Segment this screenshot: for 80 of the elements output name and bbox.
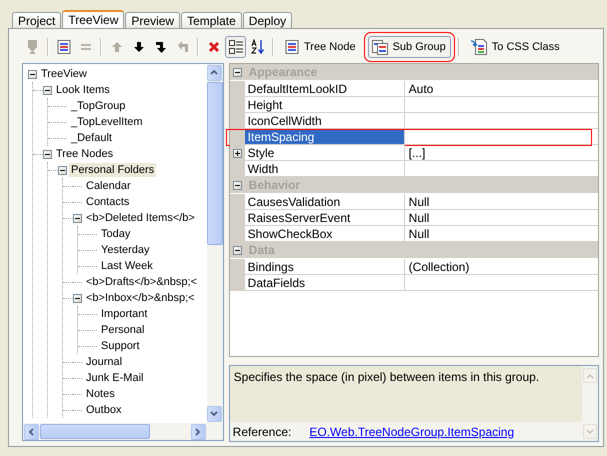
tree-item[interactable]: <b>Inbox</b>&nbsp;<: [84, 291, 197, 305]
tree-item[interactable]: Support: [99, 339, 142, 353]
property-name[interactable]: IconCellWidth: [244, 113, 405, 129]
tree-item[interactable]: Last Week: [99, 259, 155, 273]
scroll-right-button[interactable]: [190, 424, 206, 440]
property-value[interactable]: [...]: [404, 145, 598, 161]
tab[interactable]: Template: [181, 12, 242, 28]
tree-item[interactable]: <b>Drafts</b>&nbsp;<: [84, 275, 199, 289]
tree-item[interactable]: Notes: [84, 387, 117, 401]
scrollbar-corner: [206, 423, 223, 440]
scroll-down-button[interactable]: [206, 406, 222, 422]
tree-item[interactable]: Important: [99, 307, 150, 321]
property-name[interactable]: Bindings: [244, 259, 405, 275]
tree-item[interactable]: Personal Folders: [69, 163, 156, 177]
collapse-icon[interactable]: [58, 166, 67, 174]
sort-alphabetical-icon: [250, 39, 266, 55]
reference-label: Reference:: [232, 424, 292, 438]
scroll-up-button[interactable]: [206, 65, 222, 81]
tree-item[interactable]: Contacts: [84, 195, 132, 209]
property-value[interactable]: Null: [404, 210, 598, 226]
row-gutter: [230, 275, 245, 291]
property-name[interactable]: DataFields: [244, 275, 405, 291]
tree-item[interactable]: Junk E-Mail: [84, 371, 146, 385]
property-name[interactable]: Style: [244, 145, 405, 161]
property-value[interactable]: (Collection): [404, 259, 598, 275]
tab[interactable]: Deploy: [242, 12, 292, 28]
scroll-thumb[interactable]: [40, 424, 150, 439]
collapse-icon[interactable]: [73, 214, 82, 222]
tree-item[interactable]: _Default: [69, 131, 114, 145]
categorized-icon: [228, 39, 244, 55]
property-name[interactable]: Height: [244, 97, 405, 113]
nested-list-icon: [370, 39, 389, 55]
row-gutter: [230, 113, 245, 129]
property-value[interactable]: Null: [404, 194, 598, 210]
horizontal-scrollbar[interactable]: [23, 423, 207, 440]
chevron-up-icon: [586, 372, 594, 378]
property-name[interactable]: Width: [244, 161, 405, 177]
toolbar-button[interactable]: Tree Node: [281, 36, 361, 58]
collapse-icon[interactable]: [43, 86, 52, 94]
toolbar-button[interactable]: [225, 36, 246, 58]
tab[interactable]: Preview: [125, 12, 180, 28]
chevron-down-icon: [586, 428, 594, 434]
property-name[interactable]: CausesValidation: [244, 194, 405, 210]
chevron-down-icon: [209, 409, 220, 419]
collapse-icon[interactable]: [232, 180, 242, 190]
collapse-icon[interactable]: [43, 150, 52, 158]
property-name[interactable]: RaisesServerEvent: [244, 210, 405, 226]
tree-item[interactable]: Outbox: [84, 403, 124, 417]
tree-item[interactable]: Calendar: [84, 179, 133, 193]
expand-icon[interactable]: [232, 148, 242, 158]
collapse-icon[interactable]: [232, 246, 242, 254]
tree-item[interactable]: <b>Deleted Items</b>: [84, 211, 197, 225]
tree-item[interactable]: TreeView: [39, 67, 89, 81]
collapse-icon[interactable]: [73, 294, 82, 302]
tree-item[interactable]: Yesterday: [99, 243, 152, 257]
tab[interactable]: TreeView: [62, 10, 124, 28]
tree-item[interactable]: Personal: [99, 323, 146, 337]
tree-item[interactable]: _TopGroup: [69, 99, 128, 113]
vertical-scrollbar[interactable]: [206, 64, 223, 423]
tree-item[interactable]: Tree Nodes: [54, 147, 116, 161]
property-name[interactable]: DefaultItemLookID: [244, 81, 405, 97]
tree-item[interactable]: Today: [99, 227, 132, 241]
tab[interactable]: Project: [12, 12, 62, 28]
tree-item[interactable]: Journal: [84, 355, 124, 369]
description-text: Specifies the space (in pixel) between items in this group.: [232, 369, 540, 386]
collapse-icon[interactable]: [232, 68, 242, 76]
scroll-left-button[interactable]: [24, 424, 39, 440]
tree-item[interactable]: Look Items: [54, 83, 112, 97]
document-arrow-icon: [470, 38, 488, 56]
list-icon: [56, 39, 72, 55]
property-name[interactable]: ShowCheckBox: [244, 226, 405, 242]
chevron-left-icon: [26, 426, 36, 436]
list-icon: [284, 39, 300, 55]
reference-link[interactable]: EO.Web.TreeNodeGroup.ItemSpacing: [309, 424, 514, 438]
property-value[interactable]: Auto: [404, 81, 598, 97]
collapse-icon[interactable]: [28, 70, 37, 78]
property-name[interactable]: ItemSpacing: [244, 129, 405, 145]
toolbar-button[interactable]: To CSS Class: [466, 36, 565, 58]
scroll-thumb[interactable]: [206, 82, 223, 244]
tree-item[interactable]: _TopLevelItem: [69, 115, 145, 129]
